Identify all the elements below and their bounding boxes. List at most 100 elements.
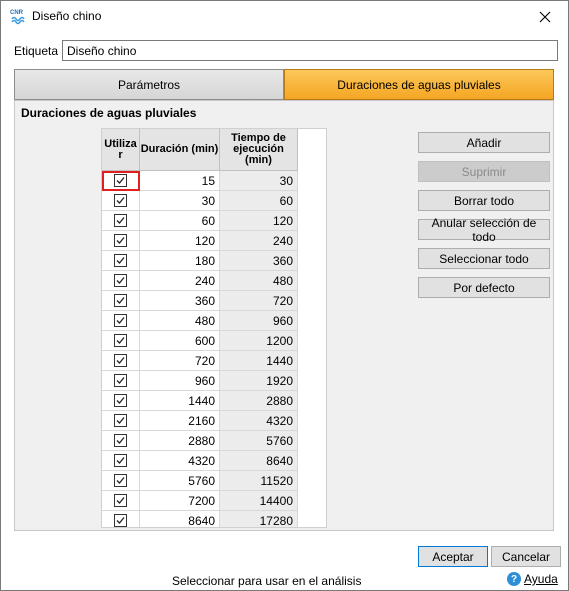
use-cell[interactable] <box>102 351 140 371</box>
deselect-all-button[interactable]: Anular selección de todo <box>418 216 550 244</box>
table-row[interactable]: 15 30 <box>102 171 298 191</box>
tab-parameters[interactable]: Parámetros <box>14 69 284 100</box>
use-checkbox[interactable] <box>114 334 127 347</box>
use-checkbox[interactable] <box>114 394 127 407</box>
checkmark-icon <box>116 517 125 524</box>
title-bar: CNR Diseño chino <box>1 1 568 32</box>
use-cell[interactable] <box>102 491 140 511</box>
duration-cell[interactable]: 60 <box>140 211 220 231</box>
use-checkbox[interactable] <box>114 274 127 287</box>
duration-cell[interactable]: 2880 <box>140 431 220 451</box>
use-checkbox[interactable] <box>114 454 127 467</box>
duration-cell[interactable]: 360 <box>140 291 220 311</box>
use-checkbox[interactable] <box>114 434 127 447</box>
table-row[interactable]: 2160 4320 <box>102 411 298 431</box>
checkmark-icon <box>116 437 125 444</box>
clear-all-button[interactable]: Borrar todo <box>418 190 550 211</box>
table-row[interactable]: 180 360 <box>102 251 298 271</box>
use-checkbox[interactable] <box>114 314 127 327</box>
use-checkbox[interactable] <box>114 474 127 487</box>
table-row[interactable]: 60 120 <box>102 211 298 231</box>
grid-header: Utiliza r Duración (min) Tiempo de ejecu… <box>102 129 298 171</box>
table-row[interactable]: 240 480 <box>102 271 298 291</box>
cancel-button[interactable]: Cancelar <box>491 546 561 567</box>
table-row[interactable]: 4320 8640 <box>102 451 298 471</box>
column-header-use[interactable]: Utiliza r <box>102 129 140 171</box>
close-button[interactable] <box>522 1 568 32</box>
select-all-button[interactable]: Seleccionar todo <box>418 248 550 269</box>
table-row[interactable]: 480 960 <box>102 311 298 331</box>
table-row[interactable]: 5760 11520 <box>102 471 298 491</box>
table-row[interactable]: 360 720 <box>102 291 298 311</box>
use-checkbox[interactable] <box>114 174 127 187</box>
use-cell[interactable] <box>102 251 140 271</box>
column-header-duration[interactable]: Duración (min) <box>140 129 220 171</box>
panel-title: Duraciones de aguas pluviales <box>21 106 197 120</box>
duration-cell[interactable]: 8640 <box>140 511 220 527</box>
accept-button[interactable]: Aceptar <box>418 546 488 567</box>
use-cell[interactable] <box>102 211 140 231</box>
checkmark-icon <box>116 197 125 204</box>
use-checkbox[interactable] <box>114 254 127 267</box>
duration-cell[interactable]: 30 <box>140 191 220 211</box>
duration-cell[interactable]: 960 <box>140 371 220 391</box>
use-checkbox[interactable] <box>114 214 127 227</box>
column-header-exec-time[interactable]: Tiempo de ejecución (min) <box>220 129 298 171</box>
table-row[interactable]: 120 240 <box>102 231 298 251</box>
duration-cell[interactable]: 4320 <box>140 451 220 471</box>
use-cell[interactable] <box>102 271 140 291</box>
use-cell[interactable] <box>102 231 140 251</box>
rainfall-durations-panel: Duraciones de aguas pluviales Utiliza r … <box>14 100 554 531</box>
tab-rainfall-durations[interactable]: Duraciones de aguas pluviales <box>284 69 554 100</box>
use-cell[interactable] <box>102 391 140 411</box>
svg-text:CNR: CNR <box>10 10 24 16</box>
use-cell[interactable] <box>102 451 140 471</box>
use-cell[interactable] <box>102 331 140 351</box>
table-row[interactable]: 1440 2880 <box>102 391 298 411</box>
use-cell[interactable] <box>102 511 140 527</box>
use-checkbox[interactable] <box>114 514 127 527</box>
duration-cell[interactable]: 480 <box>140 311 220 331</box>
use-checkbox[interactable] <box>114 354 127 367</box>
duration-cell[interactable]: 1440 <box>140 391 220 411</box>
duration-cell[interactable]: 600 <box>140 331 220 351</box>
duration-cell[interactable]: 720 <box>140 351 220 371</box>
add-button[interactable]: Añadir <box>418 132 550 153</box>
use-cell[interactable] <box>102 171 140 191</box>
delete-button[interactable]: Suprimir <box>418 161 550 182</box>
use-cell[interactable] <box>102 291 140 311</box>
use-checkbox[interactable] <box>114 414 127 427</box>
duration-cell[interactable]: 5760 <box>140 471 220 491</box>
use-cell[interactable] <box>102 191 140 211</box>
exec-time-cell: 1440 <box>220 351 298 371</box>
duration-cell[interactable]: 180 <box>140 251 220 271</box>
duration-cell[interactable]: 120 <box>140 231 220 251</box>
table-row[interactable]: 600 1200 <box>102 331 298 351</box>
duration-cell[interactable]: 240 <box>140 271 220 291</box>
use-checkbox[interactable] <box>114 374 127 387</box>
use-checkbox[interactable] <box>114 494 127 507</box>
duration-cell[interactable]: 15 <box>140 171 220 191</box>
table-row[interactable]: 7200 14400 <box>102 491 298 511</box>
duration-cell[interactable]: 2160 <box>140 411 220 431</box>
table-row[interactable]: 720 1440 <box>102 351 298 371</box>
use-cell[interactable] <box>102 311 140 331</box>
use-cell[interactable] <box>102 471 140 491</box>
help-link[interactable]: ? Ayuda <box>507 572 558 586</box>
exec-time-cell: 11520 <box>220 471 298 491</box>
use-cell[interactable] <box>102 371 140 391</box>
use-checkbox[interactable] <box>114 194 127 207</box>
use-checkbox[interactable] <box>114 234 127 247</box>
use-cell[interactable] <box>102 431 140 451</box>
table-row[interactable]: 30 60 <box>102 191 298 211</box>
defaults-button[interactable]: Por defecto <box>418 277 550 298</box>
use-checkbox[interactable] <box>114 294 127 307</box>
table-row[interactable]: 2880 5760 <box>102 431 298 451</box>
use-cell[interactable] <box>102 411 140 431</box>
table-row[interactable]: 960 1920 <box>102 371 298 391</box>
label-input[interactable] <box>62 40 558 61</box>
checkmark-icon <box>116 257 125 264</box>
checkmark-icon <box>116 397 125 404</box>
table-row[interactable]: 8640 17280 <box>102 511 298 527</box>
duration-cell[interactable]: 7200 <box>140 491 220 511</box>
